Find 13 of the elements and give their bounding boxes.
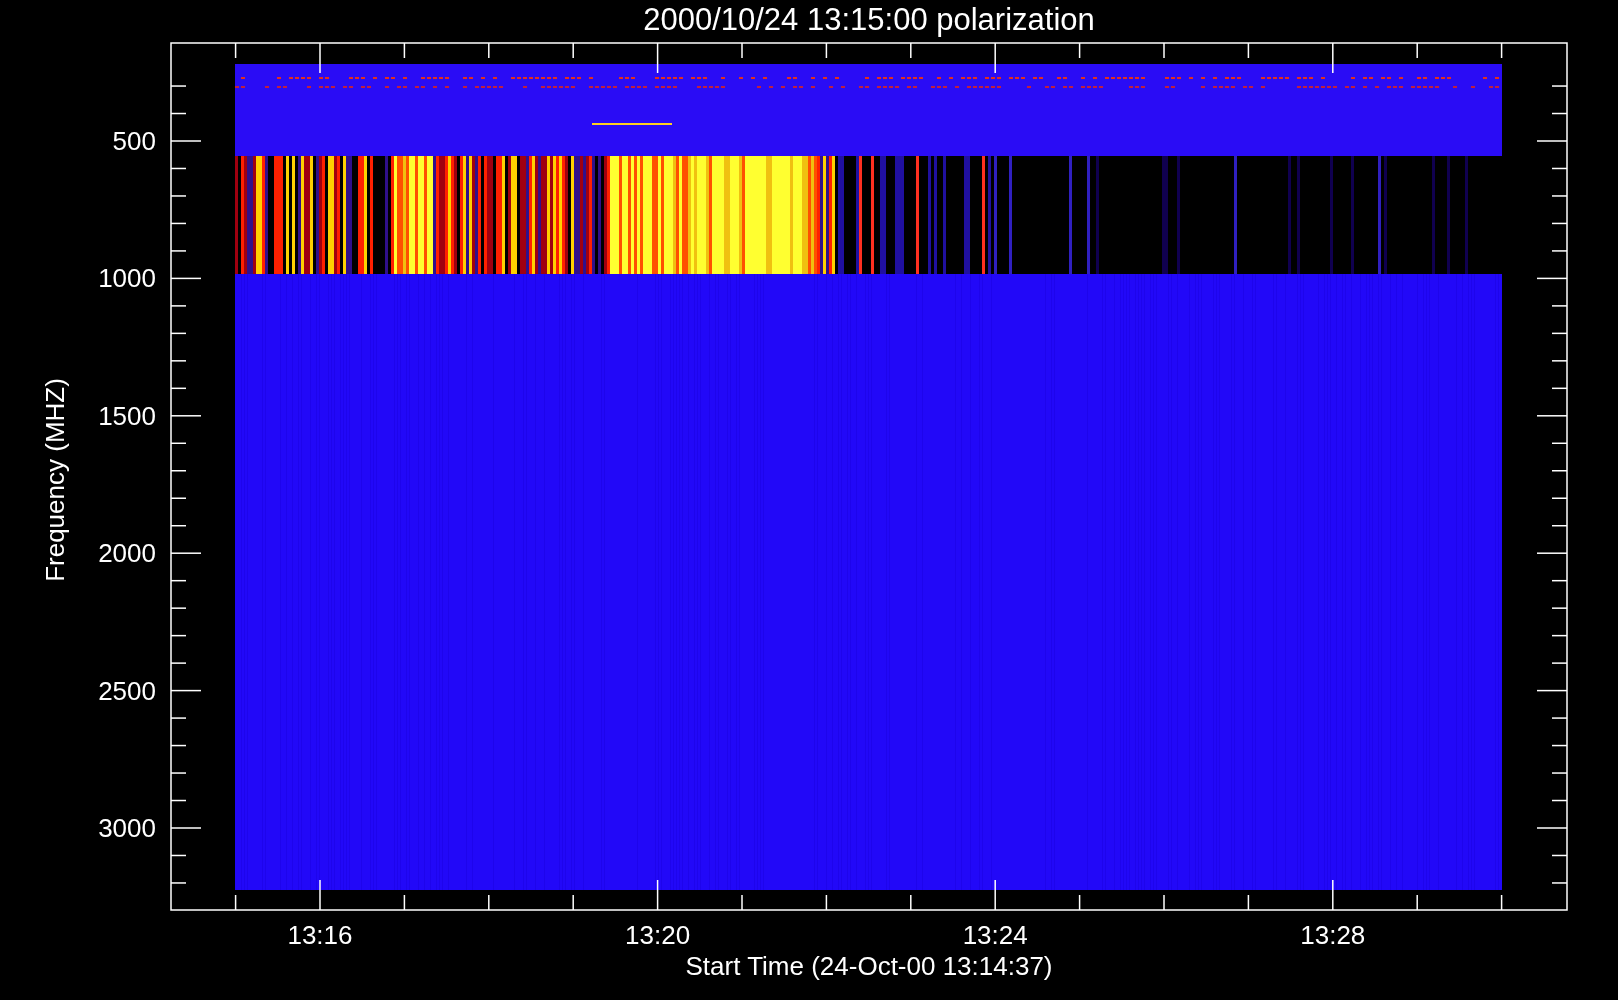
y-tick-label: 1500: [98, 400, 156, 431]
x-tick-label: 13:20: [625, 920, 691, 950]
x-axis-label: Start Time (24-Oct-00 13:14:37): [685, 951, 1053, 981]
x-tick-label: 13:24: [962, 920, 1028, 950]
y-tick-label: 3000: [98, 813, 156, 843]
x-tick-label: 13:28: [1300, 920, 1366, 950]
y-axis-label: Frequency (MHZ): [40, 378, 70, 582]
y-tick-label: 500: [112, 126, 156, 156]
y-tick-label: 1000: [98, 263, 156, 294]
plot-title: 2000/10/24 13:15:00 polarization: [643, 2, 1095, 37]
x-tick-label: 13:16: [287, 920, 353, 950]
y-tick-label: 2000: [98, 538, 156, 569]
y-tick-label: 2500: [98, 675, 156, 706]
